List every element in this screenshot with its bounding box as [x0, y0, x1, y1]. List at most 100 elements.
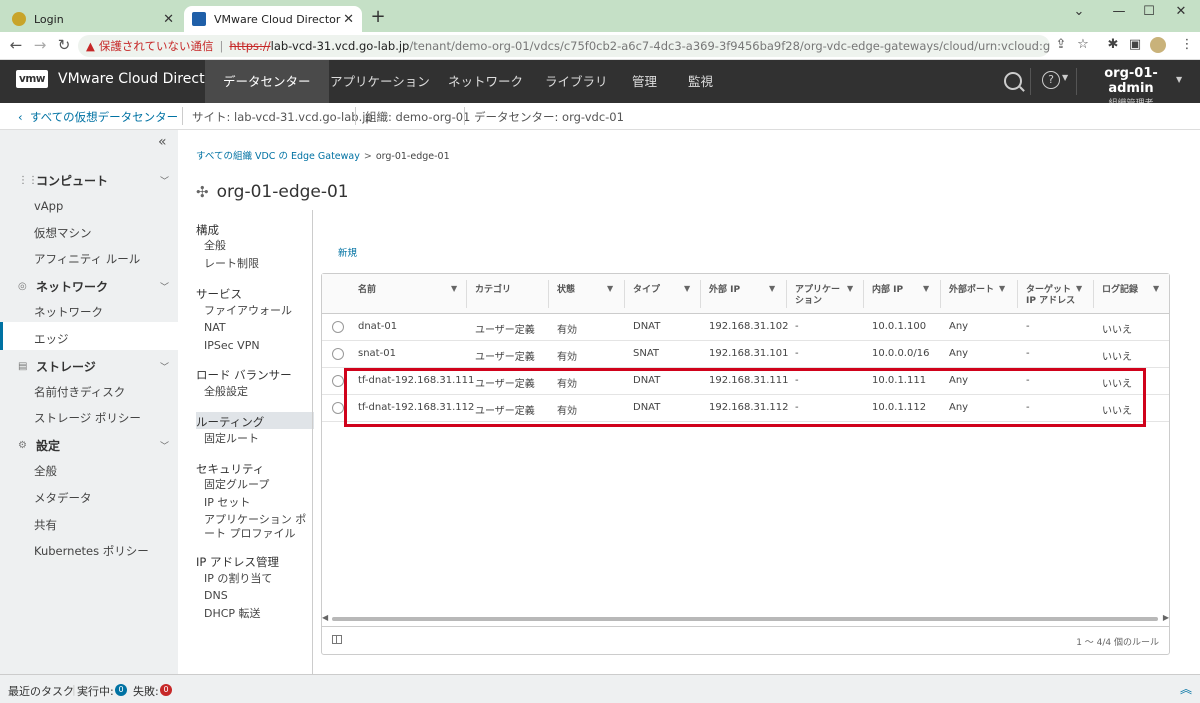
sidebar-group-storage[interactable]: ▤ ストレージ — [18, 358, 96, 375]
subnav-item-ipsec-vpn[interactable]: IPSec VPN — [204, 339, 316, 353]
sidebar-item-vms[interactable]: 仮想マシン — [34, 225, 92, 241]
chevron-down-icon[interactable]: ﹀ — [160, 360, 169, 373]
sidebar-group-compute[interactable]: ⋮⋮ コンピュート — [18, 172, 108, 189]
subnav-item-static-routes[interactable]: 固定ルート — [204, 432, 316, 446]
col-header-external-port[interactable]: 外部ポート — [949, 274, 994, 314]
recent-tasks-link[interactable]: 最近のタスク — [8, 683, 74, 699]
sidebar-item-k8s-policies[interactable]: Kubernetes ポリシー — [34, 543, 149, 559]
filter-icon[interactable]: ▼ — [607, 284, 613, 293]
minimize-button[interactable]: — — [1104, 4, 1134, 19]
nav-applications[interactable]: アプリケーション — [312, 60, 448, 103]
chevron-down-icon[interactable]: ▼ — [1176, 75, 1182, 84]
filter-icon[interactable]: ▼ — [1076, 284, 1082, 293]
maximize-button[interactable]: ☐ — [1134, 4, 1164, 19]
sidepanel-icon[interactable]: ▣ — [1126, 37, 1144, 52]
table-row[interactable]: tf-dnat-192.168.31.111 ユーザー定義 有効 DNAT 19… — [322, 368, 1169, 395]
col-header-category[interactable]: カテゴリ — [475, 274, 511, 314]
col-header-application[interactable]: アプリケー ション — [795, 274, 840, 314]
extensions-puzzle-icon[interactable]: ✱ — [1104, 37, 1122, 52]
subnav-item-ip-allocation[interactable]: IP の割り当て — [204, 572, 316, 586]
browser-tab-vcd[interactable]: VMware Cloud Director ✕ — [184, 6, 362, 32]
reload-icon[interactable]: ↻ — [54, 36, 74, 54]
filter-icon[interactable]: ▼ — [999, 284, 1005, 293]
col-header-type[interactable]: タイプ — [633, 274, 660, 314]
nav-admin[interactable]: 管理 — [614, 60, 675, 103]
share-icon[interactable]: ⇪ — [1052, 37, 1070, 52]
browser-menu-icon[interactable]: ⋮ — [1178, 37, 1196, 52]
chevron-down-icon[interactable]: ﹀ — [160, 280, 169, 293]
new-rule-button[interactable]: 新規 — [338, 245, 357, 259]
sidebar-item-storage-policies[interactable]: ストレージ ポリシー — [34, 410, 141, 426]
nav-datacenter[interactable]: データセンター — [205, 60, 329, 103]
table-row[interactable]: dnat-01 ユーザー定義 有効 DNAT 192.168.31.102 - … — [322, 314, 1169, 341]
address-bar[interactable]: ▲ 保護されていない通信 | https:// lab-vcd-31.vcd.g… — [78, 35, 1050, 57]
row-select-radio[interactable] — [332, 402, 344, 414]
scroll-right-icon[interactable]: ▶ — [1163, 613, 1169, 622]
nav-monitor[interactable]: 監視 — [670, 60, 731, 103]
subnav-item-lb-general[interactable]: 全般設定 — [204, 385, 316, 399]
subnav-item-ip-sets[interactable]: IP セット — [204, 496, 316, 510]
bookmark-star-icon[interactable]: ☆ — [1074, 37, 1092, 52]
table-row[interactable]: snat-01 ユーザー定義 有効 SNAT 192.168.31.101 - … — [322, 341, 1169, 368]
scroll-thumb[interactable] — [332, 617, 1158, 621]
sidebar-item-affinity[interactable]: アフィニティ ルール — [34, 251, 140, 267]
subnav-item-nat[interactable]: NAT — [204, 321, 316, 335]
sidebar-item-vapp[interactable]: vApp — [34, 199, 63, 213]
breadcrumb-link-edges[interactable]: すべての組織 VDC の Edge Gateway — [196, 151, 360, 162]
collapse-sidebar-icon[interactable]: « — [158, 134, 167, 150]
new-tab-button[interactable]: + — [368, 6, 388, 27]
expand-tasks-icon[interactable]: ︽ — [1180, 680, 1192, 697]
col-header-internal-ip[interactable]: 内部 IP — [872, 274, 903, 314]
sidebar-item-named-disks[interactable]: 名前付きディスク — [34, 384, 125, 400]
chevron-down-icon[interactable]: ﹀ — [160, 439, 169, 452]
subnav-item-dhcp-relay[interactable]: DHCP 転送 — [204, 607, 316, 621]
filter-icon[interactable]: ▼ — [684, 284, 690, 293]
sidebar-item-networks[interactable]: ネットワーク — [34, 304, 103, 320]
sidebar-group-settings[interactable]: ⚙ 設定 — [18, 437, 60, 454]
subnav-item-app-port-profiles[interactable]: アプリケーション ポート プロファイル — [204, 513, 316, 541]
search-icon[interactable] — [1004, 72, 1022, 90]
col-header-target-ip[interactable]: ターゲット IP アドレス — [1026, 274, 1075, 314]
filter-icon[interactable]: ▼ — [923, 284, 929, 293]
tab-search-icon[interactable]: ⌄ — [1064, 4, 1094, 19]
chevron-down-icon[interactable]: ﹀ — [160, 174, 169, 187]
app-logo[interactable]: vmw VMware Cloud Director — [16, 70, 219, 88]
col-header-name[interactable]: 名前 — [358, 274, 448, 314]
subnav-item-firewall[interactable]: ファイアウォール — [204, 304, 316, 318]
col-header-state[interactable]: 状態 — [557, 274, 575, 314]
subnav-item-static-groups[interactable]: 固定グループ — [204, 478, 316, 492]
back-arrow-icon[interactable]: ← — [6, 36, 26, 54]
row-select-radio[interactable] — [332, 321, 344, 333]
col-header-logging[interactable]: ログ記録 — [1102, 274, 1138, 314]
col-header-external-ip[interactable]: 外部 IP — [709, 274, 740, 314]
horizontal-scrollbar[interactable]: ◀ ▶ — [322, 613, 1169, 623]
nav-library[interactable]: ライブラリ — [527, 60, 626, 103]
close-tab-icon[interactable]: ✕ — [343, 12, 354, 27]
nav-network[interactable]: ネットワーク — [430, 60, 541, 103]
profile-avatar[interactable] — [1150, 37, 1166, 53]
forward-arrow-icon[interactable]: → — [30, 36, 50, 54]
chevron-down-icon[interactable]: ▼ — [1062, 73, 1068, 82]
subnav-item-rate-limit[interactable]: レート制限 — [204, 257, 316, 271]
sidebar-item-sharing[interactable]: 共有 — [34, 517, 57, 533]
subnav-item-general[interactable]: 全般 — [204, 239, 316, 253]
scroll-left-icon[interactable]: ◀ — [322, 613, 328, 622]
filter-icon[interactable]: ▼ — [847, 284, 853, 293]
sidebar-group-network[interactable]: ◎ ネットワーク — [18, 278, 108, 295]
row-select-radio[interactable] — [332, 375, 344, 387]
help-icon[interactable]: ? — [1042, 71, 1060, 89]
filter-icon[interactable]: ▼ — [451, 284, 457, 293]
sidebar-item-edges[interactable]: エッジ — [34, 331, 69, 347]
column-toggle-icon[interactable] — [332, 635, 342, 644]
filter-icon[interactable]: ▼ — [769, 284, 775, 293]
row-select-radio[interactable] — [332, 348, 344, 360]
close-tab-icon[interactable]: ✕ — [163, 12, 174, 27]
sidebar-item-general[interactable]: 全般 — [34, 463, 57, 479]
filter-icon[interactable]: ▼ — [1153, 284, 1159, 293]
subnav-item-dns[interactable]: DNS — [204, 589, 316, 603]
back-to-datacenters-link[interactable]: ‹ すべての仮想データセンター — [18, 109, 178, 125]
sidebar-item-metadata[interactable]: メタデータ — [34, 490, 92, 506]
browser-tab-login[interactable]: Login ✕ — [4, 6, 182, 32]
close-window-button[interactable]: ✕ — [1166, 4, 1196, 19]
table-row[interactable]: tf-dnat-192.168.31.112 ユーザー定義 有効 DNAT 19… — [322, 395, 1169, 422]
